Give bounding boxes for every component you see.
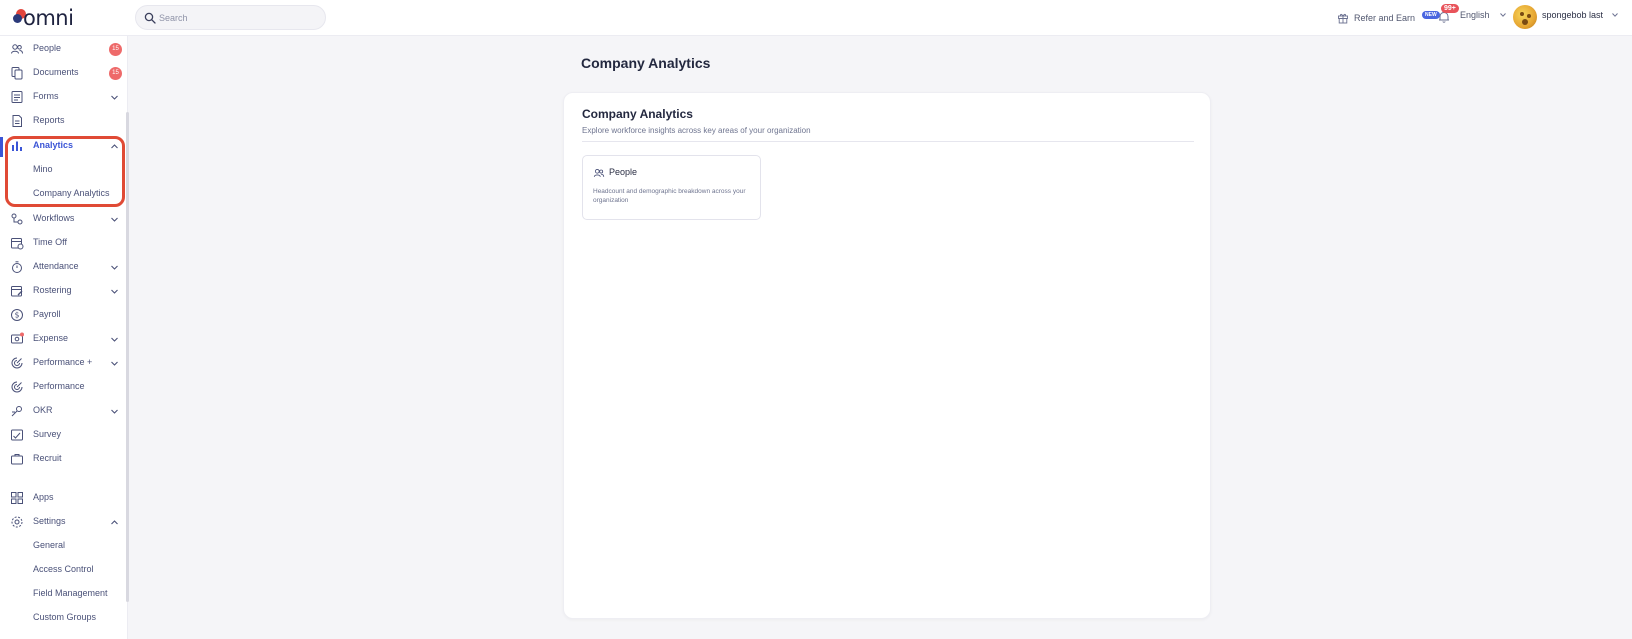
sidebar-item-label: Access Control [33,564,94,574]
chevron-down-icon [111,361,118,366]
calendar-edit-icon [11,286,23,297]
sidebar-item-people[interactable]: People 15 [0,38,124,60]
language-label: English [1460,10,1490,20]
reports-icon [12,115,22,127]
sidebar-item-label: Rostering [33,285,72,295]
sidebar-item-label: Expense [33,333,69,343]
chevron-down-icon [111,217,118,222]
expense-icon [11,332,24,344]
chevron-down-icon [111,95,118,100]
sidebar-item-performance[interactable]: Performance [0,376,124,398]
sidebar-item-time-off[interactable]: Time Off [0,232,124,254]
user-name: spongebob last [1542,10,1604,20]
target-icon [11,357,23,369]
sidebar-item-label: Forms [33,91,59,101]
sidebar-item-label: Documents [33,67,79,77]
sidebar-item-label: Apps [33,492,54,502]
sidebar-subitem-access-control[interactable]: Access Control [0,559,124,581]
workflows-icon [11,213,23,225]
sidebar-item-workflows[interactable]: Workflows [0,208,124,230]
top-bar: omni Refer and Earn NEW 99+ English spon… [0,0,1632,36]
sidebar-item-label: Field Management [33,588,108,598]
notification-count-badge: 99+ [1441,4,1459,13]
analytics-panel: Company Analytics Explore workforce insi… [563,92,1211,619]
logo-dot-navy [13,14,22,23]
sidebar-item-payroll[interactable]: $ Payroll [0,304,124,326]
sidebar-item-attendance[interactable]: Attendance [0,256,124,278]
chevron-up-icon [111,520,118,525]
language-selector[interactable]: English [1460,10,1507,20]
card-description: Headcount and demographic breakdown acro… [593,188,746,204]
sidebar-item-label: Reports [33,115,65,125]
sidebar-item-label: Attendance [33,261,79,271]
people-icon [593,168,605,177]
gift-icon [1338,13,1348,24]
documents-icon [11,67,23,80]
sidebar-subitem-field-management[interactable]: Field Management [0,583,124,605]
sidebar-item-label: Survey [33,429,62,439]
panel-title: Company Analytics [582,107,693,121]
apps-grid-icon [11,492,23,504]
sidebar-subitem-general[interactable]: General [0,535,124,557]
sidebar-item-rostering[interactable]: Rostering [0,280,124,302]
sidebar-item-documents[interactable]: Documents 15 [0,62,124,84]
sidebar-item-forms[interactable]: Forms [0,86,124,108]
sidebar-item-apps[interactable]: Apps [0,487,124,509]
user-avatar[interactable] [1513,5,1537,29]
sidebar-item-label: Payroll [33,309,61,319]
sidebar-subitem-custom-groups[interactable]: Custom Groups [0,607,124,629]
highlight-annotation [5,136,125,207]
survey-icon [11,429,23,441]
target-icon [11,381,23,393]
refer-and-earn-link[interactable]: Refer and Earn NEW [1337,9,1440,27]
chevron-down-icon [1612,13,1618,17]
sidebar-item-label: Recruit [33,453,62,463]
logo-text: omni [23,6,74,30]
chevron-down-icon [111,337,118,342]
dollar-icon: $ [11,309,23,321]
sidebar-item-expense[interactable]: Expense [0,328,124,350]
sidebar-item-label: Performance [33,381,85,391]
sidebar-item-reports[interactable]: Reports [0,110,124,132]
refer-label: Refer and Earn [1354,13,1416,23]
chevron-down-icon [111,289,118,294]
omni-logo[interactable]: omni [13,6,74,30]
sidebar-item-okr[interactable]: OKR [0,400,124,422]
user-menu[interactable]: spongebob last [1542,10,1619,20]
gear-icon [11,516,23,528]
sidebar-item-label: Workflows [33,213,75,223]
okr-icon [11,406,22,417]
count-badge: 15 [109,43,122,56]
sidebar-item-label: Settings [33,516,66,526]
calendar-clock-icon [11,238,24,250]
page-title: Company Analytics [581,55,711,71]
search-box[interactable] [135,5,326,30]
panel-subtitle: Explore workforce insights across key ar… [582,126,811,135]
sidebar-item-label: Time Off [33,237,68,247]
people-icon [11,44,23,54]
briefcase-icon [11,454,23,465]
card-title: People [609,167,638,177]
sidebar-item-label: Performance + [33,357,93,367]
divider [582,141,1194,142]
count-badge: 15 [109,67,122,80]
chevron-down-icon [111,265,118,270]
analytics-card-people[interactable]: People Headcount and demographic breakdo… [582,155,761,220]
sidebar-item-recruit[interactable]: Recruit [0,448,124,470]
sidebar-item-label: Custom Groups [33,612,97,622]
sidebar-item-label: OKR [33,405,53,415]
search-input[interactable] [159,9,319,27]
sidebar-item-label: General [33,540,66,550]
sidebar-scrollbar[interactable] [126,112,129,602]
chevron-down-icon [111,409,118,414]
sidebar-item-survey[interactable]: Survey [0,424,124,446]
sidebar-item-settings[interactable]: Settings [0,511,124,533]
chevron-down-icon [1499,13,1506,17]
sidebar-item-performance-plus[interactable]: Performance + [0,352,124,374]
stopwatch-icon [12,261,22,273]
sidebar-item-label: People [33,43,62,53]
svg-text:$: $ [15,311,20,320]
forms-icon [11,91,23,103]
search-icon [144,12,156,24]
